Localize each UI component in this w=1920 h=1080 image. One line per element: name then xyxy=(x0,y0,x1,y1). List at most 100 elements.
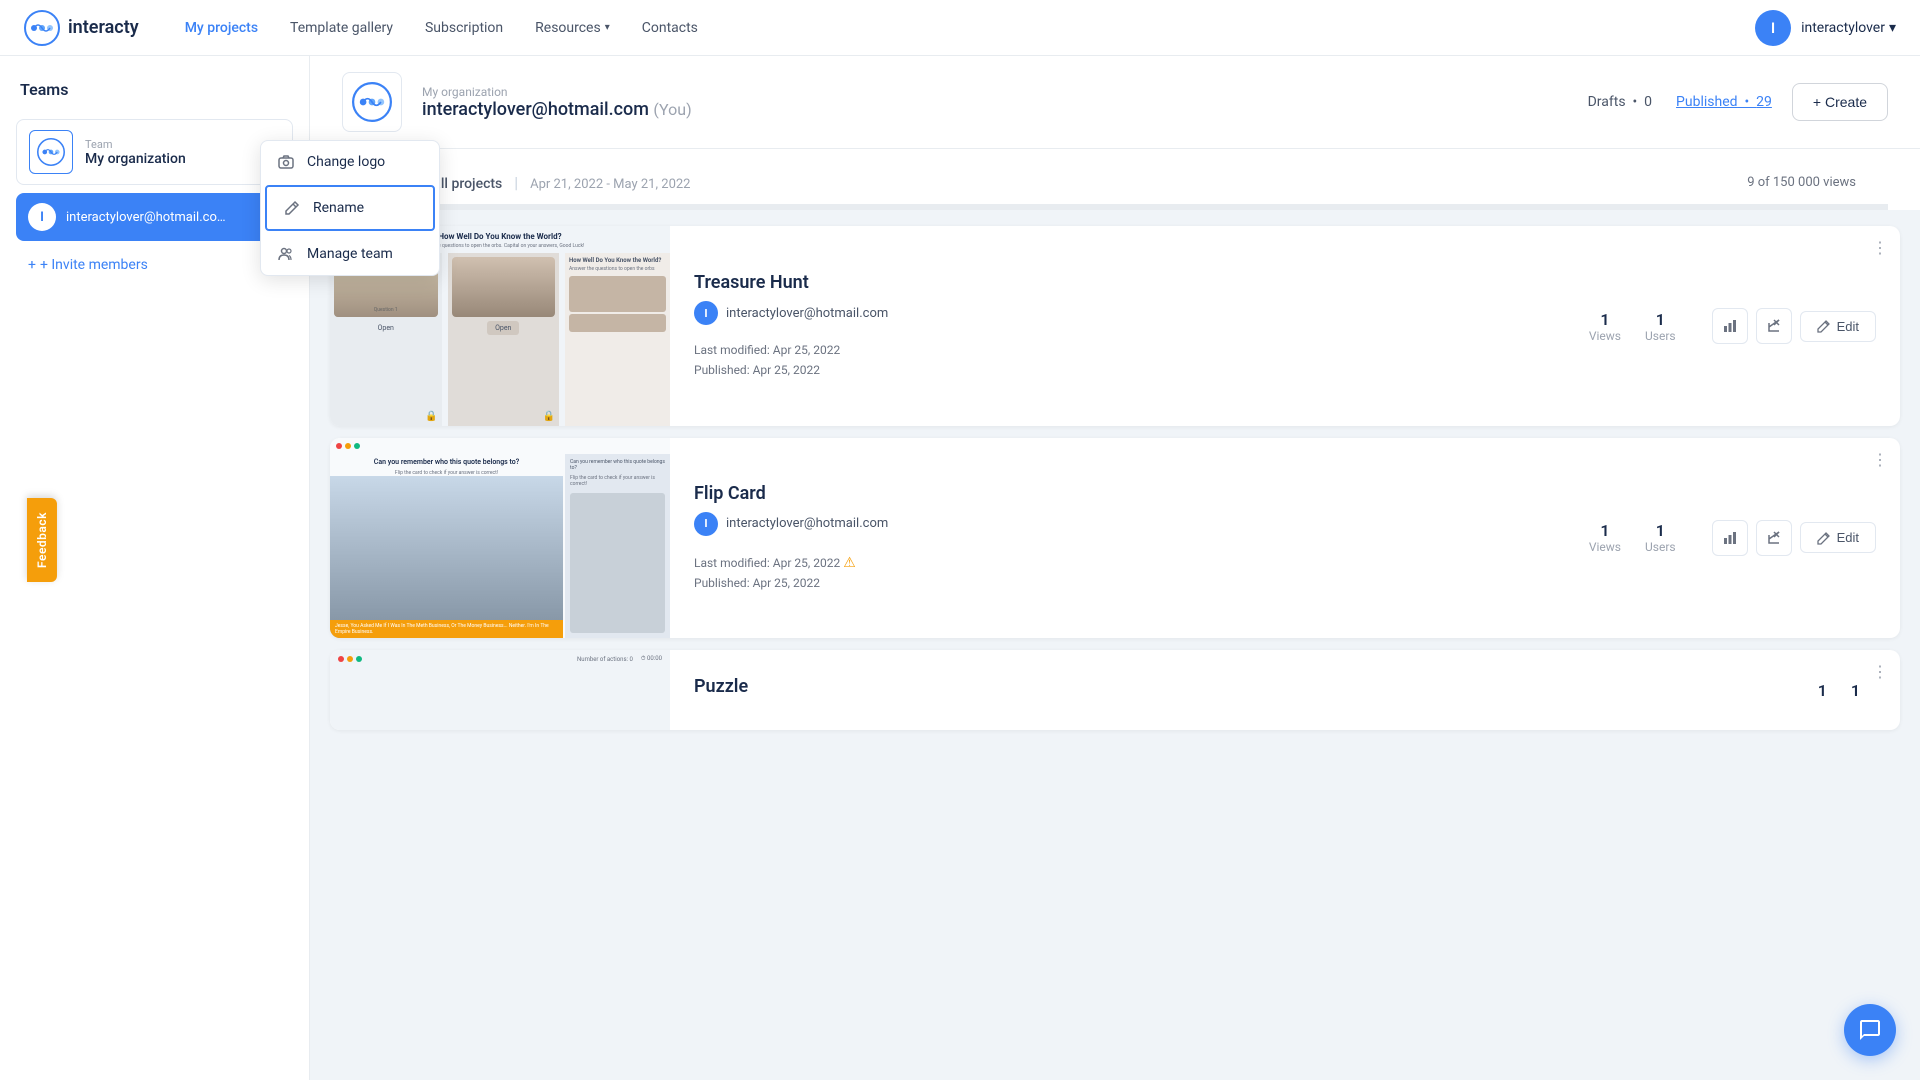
org-email: interactylover@hotmail.com (You) xyxy=(422,99,1568,120)
content-area: My organization interactylover@hotmail.c… xyxy=(310,56,1920,1080)
logo-icon xyxy=(24,10,60,46)
team-member[interactable]: I interactylover@hotmail.co... 2 xyxy=(16,193,293,241)
camera-icon xyxy=(277,153,295,171)
project-details: Treasure Hunt I interactylover@hotmail.c… xyxy=(670,252,1900,399)
project-author: I interactylover@hotmail.com xyxy=(694,512,1569,536)
nav-my-projects[interactable]: My projects xyxy=(171,14,272,42)
published-stat[interactable]: Published • 29 xyxy=(1676,94,1772,110)
sidebar-title: Teams xyxy=(16,80,293,99)
card-kebab-menu[interactable]: ⋮ xyxy=(1872,662,1888,681)
dropdown-change-logo[interactable]: Change logo xyxy=(261,141,439,183)
org-label: My organization xyxy=(422,85,1568,99)
views-stat: 1 Views xyxy=(1589,310,1621,343)
stats-icon xyxy=(1722,530,1738,546)
projects-list: How Well Do You Know the World? Answer t… xyxy=(310,210,1920,746)
edit-button[interactable]: Edit xyxy=(1800,311,1876,342)
share-icon xyxy=(1766,530,1782,546)
views-bar: Views by all projects | Apr 21, 2022 - M… xyxy=(342,161,1888,207)
feedback-tab[interactable]: Feedback xyxy=(0,525,84,555)
nav-template-gallery[interactable]: Template gallery xyxy=(276,14,407,42)
users-stat: 1 Users xyxy=(1645,310,1676,343)
nav-links: My projects Template gallery Subscriptio… xyxy=(171,14,1755,42)
card-kebab-menu[interactable]: ⋮ xyxy=(1872,450,1888,469)
dropdown-rename[interactable]: Rename xyxy=(265,185,435,231)
people-icon xyxy=(277,245,295,263)
views-stat: 1 Views xyxy=(1589,521,1621,554)
project-dates: Last modified: Apr 25, 2022 ⚠ Published:… xyxy=(694,552,1569,594)
edit-icon xyxy=(283,199,301,217)
user-dropdown-arrow: ▾ xyxy=(1889,20,1896,36)
warning-icon: ⚠ xyxy=(843,555,856,571)
project-title: Puzzle xyxy=(694,676,1798,697)
project-meta: Treasure Hunt I interactylover@hotmail.c… xyxy=(694,272,1569,379)
edit-pencil-icon xyxy=(1817,531,1831,545)
team-label: Team xyxy=(85,138,242,151)
project-thumbnail: Number of actions: 0 ⏱ 00:00 xyxy=(330,650,670,730)
users-stat: 1 xyxy=(1851,681,1860,700)
project-details: Flip Card I interactylover@hotmail.com L… xyxy=(670,463,1900,614)
navbar: interacty My projects Template gallery S… xyxy=(0,0,1920,56)
org-you-label: (You) xyxy=(653,100,691,119)
card-kebab-menu[interactable]: ⋮ xyxy=(1872,238,1888,257)
invite-members-button[interactable]: + + Invite members xyxy=(16,249,293,281)
project-stats: 1 Views 1 Users xyxy=(1589,310,1676,343)
org-logo xyxy=(342,72,402,132)
team-item[interactable]: Team My organization ⋮ xyxy=(16,119,293,185)
nav-resources[interactable]: Resources ▾ xyxy=(521,14,624,42)
share-icon xyxy=(1766,318,1782,334)
project-card: How Well Do You Know the World? Answer t… xyxy=(330,226,1900,426)
project-title: Flip Card xyxy=(694,483,1569,504)
project-actions: Edit xyxy=(1712,520,1876,556)
project-details: Puzzle 1 1 xyxy=(670,656,1900,725)
views-stat: 1 xyxy=(1818,681,1827,700)
author-avatar: I xyxy=(694,301,718,325)
nav-subscription[interactable]: Subscription xyxy=(411,14,517,42)
chat-button[interactable] xyxy=(1844,1004,1896,1056)
member-name: interactylover@hotmail.co... xyxy=(66,210,226,225)
project-author: I interactylover@hotmail.com xyxy=(694,301,1569,325)
create-button[interactable]: + Create xyxy=(1792,83,1888,121)
user-name[interactable]: interactylover ▾ xyxy=(1801,20,1896,36)
org-stats: Drafts • 0 Published • 29 xyxy=(1588,94,1772,110)
dropdown-manage-team[interactable]: Manage team xyxy=(261,233,439,275)
project-card: Can you remember who this quote belongs … xyxy=(330,438,1900,638)
org-info: My organization interactylover@hotmail.c… xyxy=(422,85,1568,120)
views-count: 9 of 150 000 views xyxy=(1747,175,1856,190)
team-name: My organization xyxy=(85,151,242,167)
logo-text: interacty xyxy=(68,17,139,38)
team-context-menu: Change logo Rename Manage team xyxy=(260,140,440,276)
project-stats: 1 1 xyxy=(1818,681,1860,700)
edit-button[interactable]: Edit xyxy=(1800,522,1876,553)
author-avatar: I xyxy=(694,512,718,536)
share-button[interactable] xyxy=(1756,308,1792,344)
logo[interactable]: interacty xyxy=(24,10,139,46)
team-logo xyxy=(29,130,73,174)
drafts-stat: Drafts • 0 xyxy=(1588,94,1652,110)
project-stats: 1 Views 1 Users xyxy=(1589,521,1676,554)
stats-button[interactable] xyxy=(1712,520,1748,556)
project-actions: Edit xyxy=(1712,308,1876,344)
project-thumbnail: Can you remember who this quote belongs … xyxy=(330,438,670,638)
edit-pencil-icon xyxy=(1817,319,1831,333)
invite-plus-icon: + xyxy=(28,257,36,273)
project-title: Treasure Hunt xyxy=(694,272,1569,293)
nav-contacts[interactable]: Contacts xyxy=(628,14,712,42)
main-layout: Teams Team My organization ⋮ I interacty… xyxy=(0,56,1920,1080)
share-button[interactable] xyxy=(1756,520,1792,556)
stats-button[interactable] xyxy=(1712,308,1748,344)
project-card: Number of actions: 0 ⏱ 00:00 Puzzle 1 xyxy=(330,650,1900,730)
project-meta: Flip Card I interactylover@hotmail.com L… xyxy=(694,483,1569,594)
team-info: Team My organization xyxy=(85,138,242,167)
project-dates: Last modified: Apr 25, 2022 Published: A… xyxy=(694,341,1569,379)
nav-user: I interactylover ▾ xyxy=(1755,10,1896,46)
chat-icon xyxy=(1858,1018,1882,1042)
author-name: interactylover@hotmail.com xyxy=(726,516,888,531)
org-header: My organization interactylover@hotmail.c… xyxy=(310,56,1920,149)
member-avatar: I xyxy=(28,203,56,231)
team-logo-icon xyxy=(37,138,65,166)
users-stat: 1 Users xyxy=(1645,521,1676,554)
resources-dropdown-arrow: ▾ xyxy=(605,22,610,33)
author-name: interactylover@hotmail.com xyxy=(726,306,888,321)
project-meta: Puzzle xyxy=(694,676,1798,705)
user-avatar: I xyxy=(1755,10,1791,46)
